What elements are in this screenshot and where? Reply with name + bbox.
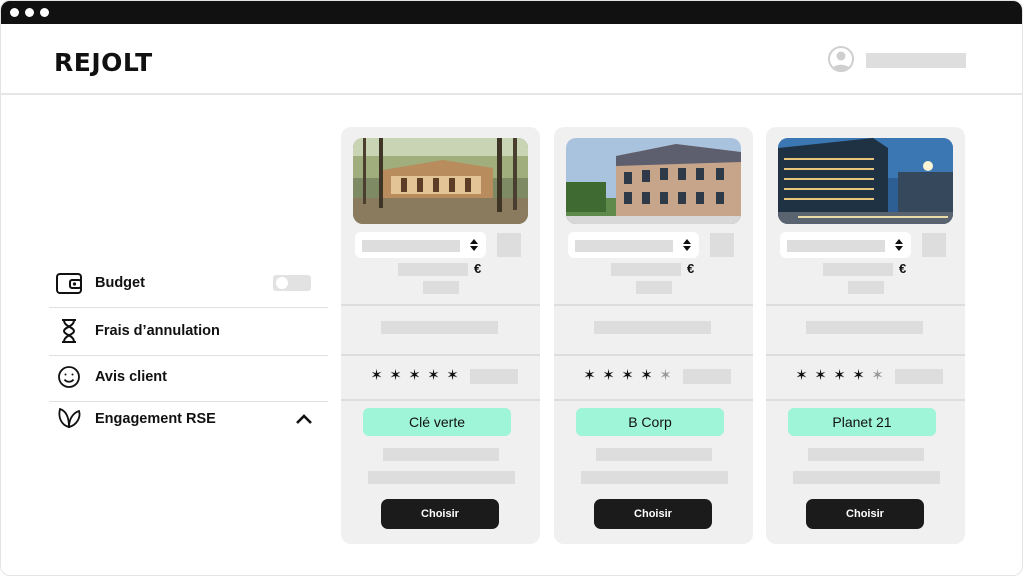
description-placeholder xyxy=(368,471,515,484)
star-empty-icon: ✶ xyxy=(871,366,884,384)
filter-budget[interactable]: Budget xyxy=(49,259,328,308)
hotel-photo[interactable] xyxy=(566,138,741,224)
star-filled-icon: ✶ xyxy=(852,366,865,384)
rejolt-logo[interactable]: REJOLT xyxy=(54,48,153,77)
leaf-icon xyxy=(55,403,83,431)
hotel-photo[interactable] xyxy=(353,138,528,224)
divider xyxy=(341,399,540,401)
sort-arrows-icon xyxy=(469,238,479,252)
currency-symbol: € xyxy=(899,261,907,276)
divider xyxy=(554,354,753,356)
currency-symbol: € xyxy=(687,261,695,276)
filter-label: Engagement RSE xyxy=(95,411,216,427)
description-placeholder xyxy=(596,448,712,461)
star-filled-icon: ✶ xyxy=(427,366,440,384)
star-rating: ✶ ✶ ✶ ✶ ✶ xyxy=(582,366,677,384)
eco-label-badge: B Corp xyxy=(576,408,724,436)
price-detail-placeholder xyxy=(636,281,672,294)
filter-label: Frais d’annulation xyxy=(95,323,220,339)
divider xyxy=(554,399,753,401)
description-placeholder xyxy=(383,448,499,461)
currency-symbol: € xyxy=(474,261,482,276)
star-filled-icon: ✶ xyxy=(370,366,383,384)
star-filled-icon: ✶ xyxy=(602,366,615,384)
cancellation-placeholder xyxy=(594,321,711,334)
star-filled-icon: ✶ xyxy=(795,366,808,384)
choose-button[interactable]: Choisir xyxy=(806,499,924,529)
room-select[interactable] xyxy=(355,232,486,258)
description-placeholder xyxy=(808,448,924,461)
review-placeholder xyxy=(895,369,943,384)
hotel-card: € ✶ ✶ ✶ ✶ ✶ B Corp Choisir xyxy=(554,127,753,544)
choose-button[interactable]: Choisir xyxy=(381,499,499,529)
window-dot-icon xyxy=(25,8,34,17)
star-filled-icon: ✶ xyxy=(408,366,421,384)
review-placeholder xyxy=(683,369,731,384)
divider xyxy=(341,304,540,306)
room-select[interactable] xyxy=(568,232,699,258)
user-name-placeholder xyxy=(866,53,966,68)
wallet-icon xyxy=(55,269,83,297)
divider xyxy=(766,304,965,306)
star-filled-icon: ✶ xyxy=(446,366,459,384)
filter-customer-reviews[interactable]: Avis client xyxy=(49,353,328,402)
quantity-box[interactable] xyxy=(710,233,734,257)
sort-arrows-icon xyxy=(894,238,904,252)
star-filled-icon: ✶ xyxy=(583,366,596,384)
select-placeholder xyxy=(787,240,885,252)
quantity-box[interactable] xyxy=(922,233,946,257)
hourglass-icon xyxy=(55,317,83,345)
star-filled-icon: ✶ xyxy=(621,366,634,384)
user-avatar-icon[interactable] xyxy=(828,46,854,72)
budget-toggle[interactable] xyxy=(273,275,311,291)
divider xyxy=(554,304,753,306)
divider xyxy=(341,354,540,356)
hotel-card: € ✶ ✶ ✶ ✶ ✶ Clé verte Choisir xyxy=(341,127,540,544)
window-dot-icon xyxy=(40,8,49,17)
price-placeholder xyxy=(398,263,468,276)
smiley-icon xyxy=(55,363,83,391)
description-placeholder xyxy=(581,471,728,484)
hotel-photo[interactable] xyxy=(778,138,953,224)
window-titlebar xyxy=(1,1,1022,24)
browser-window: REJOLT Budget Frais d’annulation Avis cl… xyxy=(0,0,1023,576)
price-placeholder xyxy=(823,263,893,276)
filter-csr-engagement[interactable]: Engagement RSE xyxy=(49,399,328,448)
eco-label-badge: Clé verte xyxy=(363,408,511,436)
divider xyxy=(766,399,965,401)
room-select[interactable] xyxy=(780,232,911,258)
cancellation-placeholder xyxy=(806,321,923,334)
window-dot-icon xyxy=(10,8,19,17)
chevron-up-icon[interactable] xyxy=(293,411,315,427)
cancellation-placeholder xyxy=(381,321,498,334)
sort-arrows-icon xyxy=(682,238,692,252)
star-filled-icon: ✶ xyxy=(389,366,402,384)
eco-label-badge: Planet 21 xyxy=(788,408,936,436)
star-empty-icon: ✶ xyxy=(659,366,672,384)
review-placeholder xyxy=(470,369,518,384)
star-rating: ✶ ✶ ✶ ✶ ✶ xyxy=(369,366,464,384)
filter-label: Avis client xyxy=(95,369,167,385)
select-placeholder xyxy=(362,240,460,252)
price-placeholder xyxy=(611,263,681,276)
filter-cancellation-fees[interactable]: Frais d’annulation xyxy=(49,307,328,356)
app-header: REJOLT xyxy=(1,24,1022,95)
star-rating: ✶ ✶ ✶ ✶ ✶ xyxy=(794,366,889,384)
star-filled-icon: ✶ xyxy=(833,366,846,384)
divider xyxy=(766,354,965,356)
select-placeholder xyxy=(575,240,673,252)
price-detail-placeholder xyxy=(848,281,884,294)
filter-label: Budget xyxy=(95,275,145,291)
price-detail-placeholder xyxy=(423,281,459,294)
choose-button[interactable]: Choisir xyxy=(594,499,712,529)
star-filled-icon: ✶ xyxy=(640,366,653,384)
star-filled-icon: ✶ xyxy=(814,366,827,384)
quantity-box[interactable] xyxy=(497,233,521,257)
description-placeholder xyxy=(793,471,940,484)
hotel-card: € ✶ ✶ ✶ ✶ ✶ Planet 21 Choisir xyxy=(766,127,965,544)
toggle-knob xyxy=(276,277,288,289)
